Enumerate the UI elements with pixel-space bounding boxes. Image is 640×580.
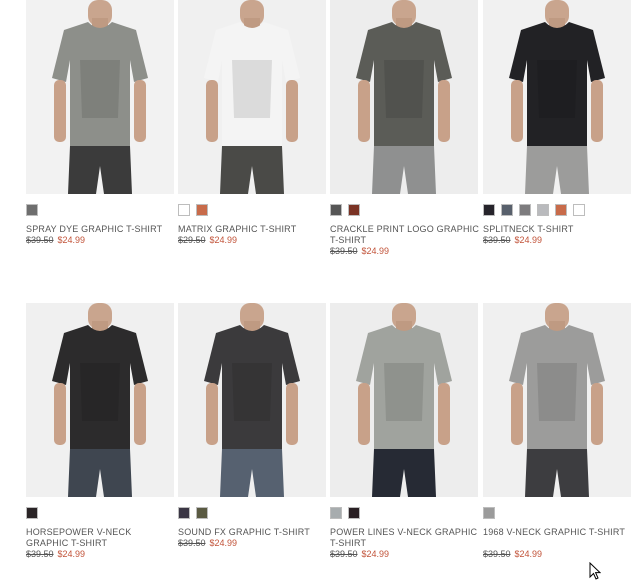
color-swatch[interactable]	[26, 204, 38, 216]
color-swatch[interactable]	[519, 204, 531, 216]
product-name-link[interactable]: SPLITNECK T-SHIRT	[483, 224, 633, 235]
sale-price: $24.99	[361, 246, 390, 256]
product-name-link[interactable]: 1968 V-NECK GRAPHIC T-SHIRT	[483, 527, 633, 538]
sale-price: $24.99	[57, 235, 86, 245]
sale-price: $24.99	[57, 549, 86, 559]
original-price: $39.50	[483, 235, 511, 245]
product-image[interactable]	[26, 303, 174, 497]
product-image[interactable]	[483, 0, 631, 194]
product-card[interactable]: SOUND FX GRAPHIC T-SHIRT $39.50 $24.99	[178, 303, 326, 573]
color-swatch[interactable]	[330, 204, 342, 216]
sale-price: $24.99	[514, 549, 543, 559]
color-swatch[interactable]	[483, 204, 495, 216]
color-swatches	[26, 507, 38, 521]
color-swatch[interactable]	[555, 204, 567, 216]
color-swatches	[178, 204, 208, 218]
product-card[interactable]: POWER LINES V-NECK GRAPHIC T-SHIRT $39.50…	[330, 303, 478, 573]
product-name-link[interactable]: POWER LINES V-NECK GRAPHIC T-SHIRT	[330, 527, 480, 549]
color-swatch[interactable]	[348, 204, 360, 216]
product-card[interactable]: MATRIX GRAPHIC T-SHIRT $29.50 $24.99	[178, 0, 326, 270]
color-swatch[interactable]	[537, 204, 549, 216]
original-price: $39.50	[178, 538, 206, 548]
original-price: $39.50	[483, 549, 511, 559]
original-price: $39.50	[26, 549, 54, 559]
product-name-link[interactable]: HORSEPOWER V-NECK GRAPHIC T-SHIRT	[26, 527, 176, 549]
color-swatch[interactable]	[330, 507, 342, 519]
product-card[interactable]: SPLITNECK T-SHIRT $39.50 $24.99	[483, 0, 631, 270]
original-price: $29.50	[178, 235, 206, 245]
product-card[interactable]: SPRAY DYE GRAPHIC T-SHIRT $39.50 $24.99	[26, 0, 174, 270]
product-card[interactable]: 1968 V-NECK GRAPHIC T-SHIRT $39.50 $24.99	[483, 303, 631, 573]
color-swatch[interactable]	[178, 204, 190, 216]
product-name-link[interactable]: CRACKLE PRINT LOGO GRAPHIC T-SHIRT	[330, 224, 480, 246]
mouse-cursor-icon	[589, 562, 601, 580]
product-image[interactable]	[26, 0, 174, 194]
product-name-link[interactable]: SOUND FX GRAPHIC T-SHIRT	[178, 527, 328, 538]
price-row: $39.50 $24.99	[483, 549, 542, 560]
product-card[interactable]: HORSEPOWER V-NECK GRAPHIC T-SHIRT $39.50 $…	[26, 303, 174, 573]
product-image[interactable]	[483, 303, 631, 497]
price-row: $39.50 $24.99	[26, 235, 85, 246]
color-swatches	[483, 507, 495, 521]
color-swatch[interactable]	[178, 507, 190, 519]
color-swatch[interactable]	[196, 204, 208, 216]
color-swatch[interactable]	[501, 204, 513, 216]
product-name-link[interactable]: MATRIX GRAPHIC T-SHIRT	[178, 224, 328, 235]
color-swatches	[178, 507, 208, 521]
original-price: $39.50	[330, 549, 358, 559]
price-row: $29.50 $24.99	[178, 235, 237, 246]
color-swatches	[483, 204, 585, 218]
sale-price: $24.99	[209, 235, 238, 245]
price-row: $39.50 $24.99	[178, 538, 237, 549]
price-row: $39.50 $24.99	[330, 246, 389, 257]
color-swatch[interactable]	[573, 204, 585, 216]
product-image[interactable]	[330, 303, 478, 497]
color-swatches	[330, 507, 360, 521]
sale-price: $24.99	[514, 235, 543, 245]
color-swatch[interactable]	[483, 507, 495, 519]
sale-price: $24.99	[209, 538, 238, 548]
price-row: $39.50 $24.99	[483, 235, 542, 246]
color-swatch[interactable]	[196, 507, 208, 519]
original-price: $39.50	[330, 246, 358, 256]
product-image[interactable]	[330, 0, 478, 194]
product-card[interactable]: CRACKLE PRINT LOGO GRAPHIC T-SHIRT $39.50…	[330, 0, 480, 270]
color-swatch[interactable]	[348, 507, 360, 519]
product-grid: SPRAY DYE GRAPHIC T-SHIRT $39.50 $24.99 MA…	[0, 0, 640, 578]
sale-price: $24.99	[361, 549, 390, 559]
price-row: $39.50 $24.99	[330, 549, 389, 560]
price-row: $39.50 $24.99	[26, 549, 85, 560]
product-name-link[interactable]: SPRAY DYE GRAPHIC T-SHIRT	[26, 224, 176, 235]
color-swatches	[26, 204, 38, 218]
product-image[interactable]	[178, 0, 326, 194]
color-swatch[interactable]	[26, 507, 38, 519]
original-price: $39.50	[26, 235, 54, 245]
product-image[interactable]	[178, 303, 326, 497]
color-swatches	[330, 204, 360, 218]
